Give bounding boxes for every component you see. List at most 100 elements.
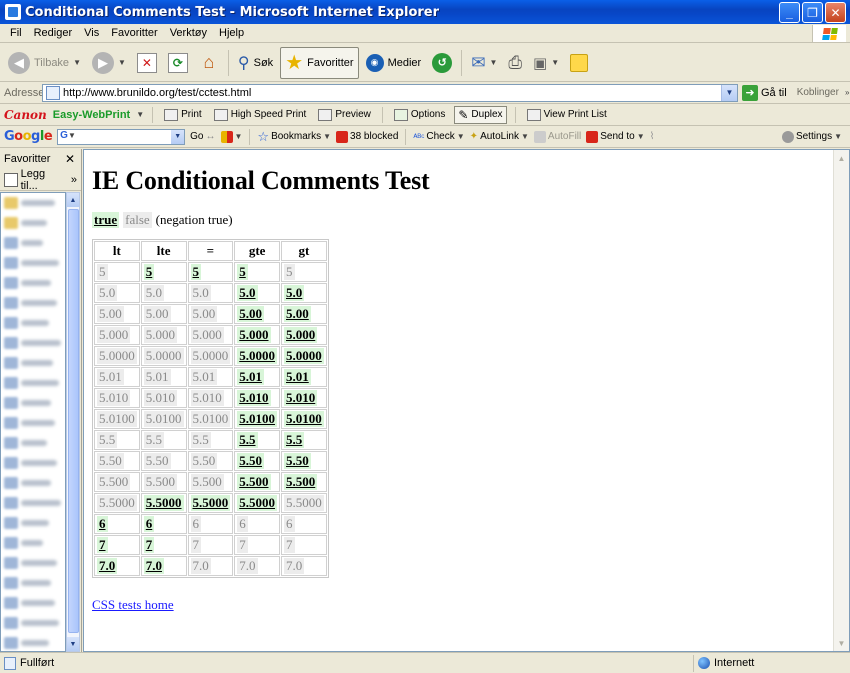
page-icon: [4, 617, 18, 629]
favorite-item[interactable]: [1, 453, 65, 473]
favorite-item[interactable]: [1, 493, 65, 513]
back-button[interactable]: ◀ Tilbake ▼: [4, 47, 85, 79]
address-input[interactable]: http://www.brunildo.org/test/cctest.html…: [42, 83, 738, 102]
favorite-item[interactable]: [1, 373, 65, 393]
chevron-right-icon[interactable]: »: [845, 88, 849, 97]
autofill-button[interactable]: AutoFill: [533, 130, 581, 143]
scroll-thumb[interactable]: [68, 209, 79, 633]
chevron-down-icon[interactable]: ▼: [73, 58, 81, 67]
favorite-item[interactable]: [1, 273, 65, 293]
options-button[interactable]: Options: [391, 108, 448, 122]
menu-tools[interactable]: Verktøy: [164, 27, 213, 39]
print-button[interactable]: ⎙: [504, 47, 526, 79]
favorite-item[interactable]: [1, 573, 65, 593]
favorite-item[interactable]: [1, 213, 65, 233]
menu-edit[interactable]: Rediger: [28, 27, 79, 39]
favorite-item[interactable]: [1, 393, 65, 413]
paperclip-icon[interactable]: ⌇: [650, 131, 655, 142]
chevron-right-icon[interactable]: »: [71, 174, 77, 186]
history-button[interactable]: ↺: [428, 47, 456, 79]
go-label: Gå til: [761, 86, 787, 99]
page-scrollbar[interactable]: ▲ ▼: [833, 150, 849, 651]
favorite-item[interactable]: [1, 253, 65, 273]
favorites-scrollbar[interactable]: ▲ ▼: [66, 192, 80, 652]
favorites-list[interactable]: [0, 192, 66, 652]
close-button[interactable]: ✕: [825, 2, 846, 23]
address-bar: Adresse http://www.brunildo.org/test/cct…: [0, 82, 850, 104]
google-logo[interactable]: Google: [4, 129, 53, 144]
bookmarks-button[interactable]: ☆ Bookmarks ▼: [257, 129, 331, 145]
home-button[interactable]: ⌂: [195, 47, 223, 79]
favorite-item[interactable]: [1, 473, 65, 493]
google-news-button[interactable]: ▼: [220, 130, 242, 143]
menu-favorites[interactable]: Favoritter: [105, 27, 163, 39]
chevron-down-icon[interactable]: ▼: [551, 58, 559, 67]
minimize-button[interactable]: _: [779, 2, 800, 23]
maximize-button[interactable]: ❐: [802, 2, 823, 23]
stop-button[interactable]: ✕: [133, 47, 161, 79]
menu-view[interactable]: Vis: [78, 27, 105, 39]
chevron-down-icon[interactable]: ▼: [721, 84, 737, 101]
favorite-item[interactable]: [1, 593, 65, 613]
duplex-button[interactable]: ✎ Duplex: [454, 105, 507, 124]
chevron-down-icon[interactable]: ▼: [171, 129, 185, 144]
favorite-item[interactable]: [1, 313, 65, 333]
result-false: 5.0100: [143, 411, 184, 427]
favorite-item[interactable]: [1, 333, 65, 353]
table-row: 5.00 5.00 5.00 5.00 5.00: [94, 304, 327, 324]
scroll-up-icon[interactable]: ▲: [67, 193, 79, 207]
easy-webprint-menu[interactable]: Easy-WebPrint: [53, 109, 130, 121]
page-icon: [4, 237, 18, 249]
add-favorite-button[interactable]: Legg til... »: [0, 168, 81, 192]
mail-button[interactable]: ✉ ▼: [467, 47, 501, 79]
favorite-item[interactable]: [1, 513, 65, 533]
favorite-item[interactable]: [1, 413, 65, 433]
table-row: 5 5 5 5 5: [94, 262, 327, 282]
favorite-item[interactable]: [1, 293, 65, 313]
chevron-down-icon[interactable]: ▼: [136, 110, 144, 119]
forward-button[interactable]: ▶ ▼: [88, 47, 130, 79]
canon-print-button[interactable]: Print: [161, 108, 205, 122]
favorite-item[interactable]: [1, 353, 65, 373]
favorite-item[interactable]: [1, 193, 65, 213]
favorite-item[interactable]: [1, 553, 65, 573]
links-label[interactable]: Koblinger: [797, 87, 839, 98]
favorite-item[interactable]: [1, 533, 65, 553]
preview-button[interactable]: Preview: [315, 108, 374, 122]
google-search-input[interactable]: G▼ ▼: [57, 128, 186, 145]
settings-button[interactable]: Settings ▼: [781, 130, 842, 143]
menu-file[interactable]: Fil: [4, 27, 28, 39]
chevron-down-icon[interactable]: ▼: [118, 58, 126, 67]
scroll-up-icon[interactable]: ▲: [834, 150, 849, 166]
send-to-button[interactable]: Send to ▼: [586, 130, 645, 143]
search-button[interactable]: ⚲ Søk: [234, 47, 277, 79]
refresh-button[interactable]: ⟳: [164, 47, 192, 79]
favorite-item[interactable]: [1, 613, 65, 633]
favorite-item[interactable]: [1, 633, 65, 651]
favorite-item[interactable]: [1, 433, 65, 453]
table-cell: 5: [234, 262, 280, 282]
favorites-button[interactable]: ★ Favoritter: [280, 46, 359, 79]
list-icon: [526, 108, 541, 121]
spellcheck-button[interactable]: ᴬᴮᶜ Check ▼: [413, 131, 464, 142]
messenger-button[interactable]: [566, 47, 592, 79]
media-button[interactable]: ◉ Medier: [362, 47, 426, 79]
view-print-list-button[interactable]: View Print List: [524, 108, 610, 122]
scroll-down-icon[interactable]: ▼: [834, 635, 849, 651]
security-zone[interactable]: Internett: [693, 654, 754, 672]
edit-button[interactable]: ▣ ▼: [529, 47, 563, 79]
css-tests-home-link[interactable]: CSS tests home: [92, 597, 430, 613]
close-icon[interactable]: ✕: [65, 152, 75, 166]
menu-help[interactable]: Hjelp: [213, 27, 250, 39]
favorite-item[interactable]: [1, 233, 65, 253]
popup-blocker-button[interactable]: 38 blocked: [336, 130, 398, 143]
page-icon: [4, 557, 18, 569]
google-go-button[interactable]: Go ↔: [190, 131, 215, 142]
result-false: 5.00: [190, 306, 218, 322]
autolink-button[interactable]: ✦ AutoLink ▼: [470, 131, 529, 142]
chevron-down-icon[interactable]: ▼: [489, 58, 497, 67]
scroll-down-icon[interactable]: ▼: [67, 637, 79, 651]
go-button[interactable]: ➜ Gå til: [742, 84, 787, 101]
high-speed-print-button[interactable]: High Speed Print: [211, 108, 310, 122]
table-cell: 7: [234, 535, 280, 555]
